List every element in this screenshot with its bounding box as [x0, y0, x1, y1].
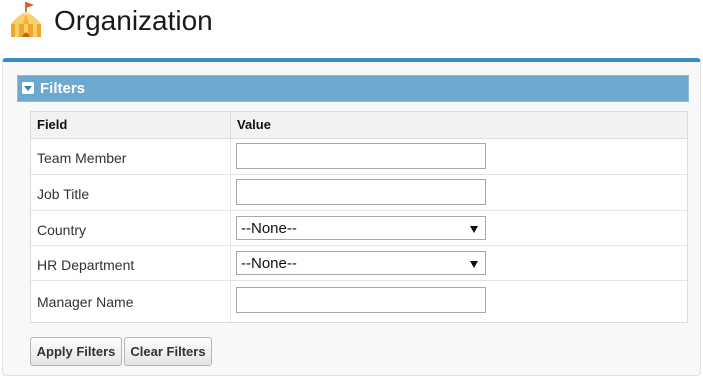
row-divider	[230, 139, 231, 174]
dropdown-arrow-icon	[470, 261, 478, 268]
apply-filters-button[interactable]: Apply Filters	[30, 337, 122, 366]
manager-name-input[interactable]	[236, 287, 486, 313]
column-header-field: Field	[37, 117, 68, 132]
country-select-value: --None--	[241, 220, 297, 237]
row-divider	[230, 246, 231, 280]
country-select[interactable]: --None--	[236, 216, 486, 240]
row-divider	[230, 211, 231, 245]
row-divider	[230, 281, 231, 322]
hr-department-select-value: --None--	[241, 255, 297, 272]
filter-row-country: Country --None--	[31, 211, 687, 246]
field-label-team-member: Team Member	[37, 150, 127, 166]
column-divider	[230, 112, 231, 138]
filter-row-job-title: Job Title	[31, 175, 687, 211]
table-header-row: Field Value	[31, 112, 687, 139]
circus-tent-icon	[6, 0, 46, 40]
filters-section-header[interactable]: Filters	[17, 75, 689, 102]
field-label-hr-department: HR Department	[37, 257, 135, 273]
job-title-input[interactable]	[236, 179, 486, 205]
filters-section-label: Filters	[40, 80, 86, 97]
dropdown-arrow-icon	[470, 226, 478, 233]
row-divider	[230, 175, 231, 210]
filters-panel: Filters Field Value Team Member Job Titl…	[2, 58, 701, 376]
filter-row-team-member: Team Member	[31, 139, 687, 175]
page-header: Organization	[0, 0, 703, 52]
team-member-input[interactable]	[236, 143, 486, 169]
filter-row-manager-name: Manager Name	[31, 281, 687, 322]
filter-table: Field Value Team Member Job Title Countr…	[30, 111, 688, 323]
page-title: Organization	[54, 5, 213, 36]
collapse-triangle-icon[interactable]	[22, 82, 34, 94]
field-label-manager-name: Manager Name	[37, 294, 134, 310]
column-header-value: Value	[237, 117, 271, 132]
hr-department-select[interactable]: --None--	[236, 251, 486, 275]
filter-row-hr-department: HR Department --None--	[31, 246, 687, 281]
field-label-job-title: Job Title	[37, 186, 90, 202]
field-label-country: Country	[37, 222, 87, 238]
clear-filters-button[interactable]: Clear Filters	[124, 337, 212, 366]
